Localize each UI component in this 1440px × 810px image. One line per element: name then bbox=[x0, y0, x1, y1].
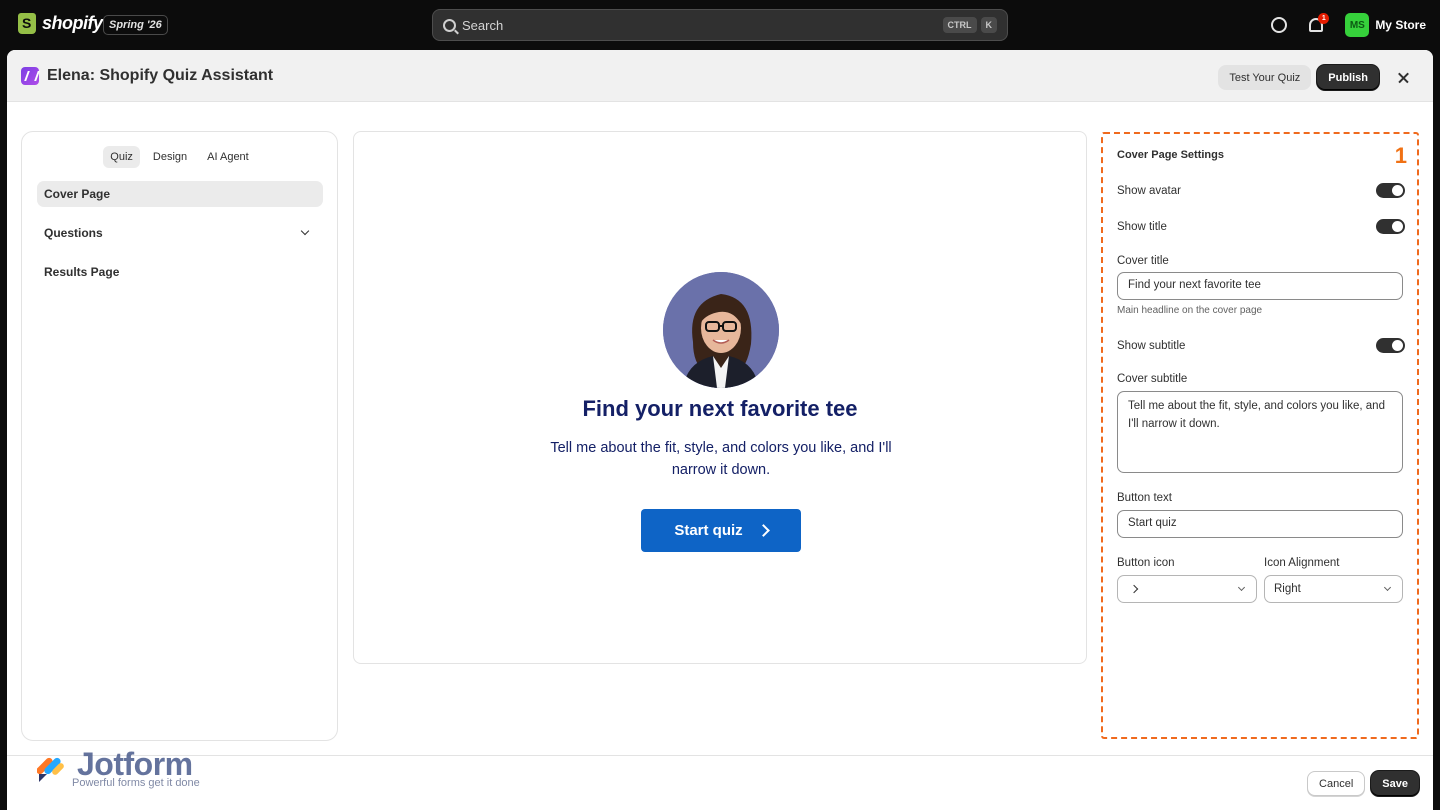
publish-button[interactable]: Publish bbox=[1317, 65, 1379, 90]
modal-footer: Jotform Powerful forms get it done Cance… bbox=[7, 746, 1433, 810]
button-icon-label: Button icon bbox=[1117, 557, 1175, 569]
editor-sidebar: Quiz Design AI Agent Cover Page Question… bbox=[21, 131, 338, 741]
brand-name: shopify bbox=[42, 13, 103, 33]
cover-subtitle-label: Cover subtitle bbox=[1117, 373, 1188, 385]
nav-item-label: Cover Page bbox=[44, 187, 111, 201]
test-quiz-button[interactable]: Test Your Quiz bbox=[1218, 65, 1312, 90]
editor-tabs: Quiz Design AI Agent bbox=[22, 146, 337, 168]
show-avatar-toggle[interactable] bbox=[1376, 183, 1405, 198]
store-menu[interactable]: MS My Store bbox=[1345, 13, 1426, 37]
icon-alignment-value: Right bbox=[1274, 583, 1301, 595]
nav-item-results-page[interactable]: Results Page bbox=[37, 259, 323, 285]
quiz-nav: Cover Page Questions Results Page bbox=[37, 181, 323, 285]
button-text-input[interactable]: Start quiz bbox=[1117, 510, 1403, 538]
cover-subtitle-textarea[interactable]: Tell me about the fit, style, and colors… bbox=[1117, 391, 1403, 473]
store-avatar: MS bbox=[1345, 13, 1370, 37]
cover-page-settings-panel: Cover Page Settings 1 Show avatar Show t… bbox=[1101, 132, 1419, 739]
store-name: My Store bbox=[1375, 18, 1426, 32]
jotform-logo-icon bbox=[37, 757, 64, 782]
search-bar[interactable]: Search CTRL K bbox=[432, 9, 1008, 41]
cover-title-help: Main headline on the cover page bbox=[1117, 305, 1263, 316]
cover-title-label: Cover title bbox=[1117, 255, 1169, 267]
shopify-logo[interactable]: shopify bbox=[18, 13, 103, 34]
tab-design[interactable]: Design bbox=[146, 146, 194, 168]
shortcut-key-ctrl: CTRL bbox=[942, 17, 977, 33]
chevron-right-icon bbox=[1129, 584, 1139, 594]
icon-alignment-label: Icon Alignment bbox=[1264, 557, 1340, 569]
modal-title: Elena: Shopify Quiz Assistant bbox=[47, 66, 274, 84]
start-quiz-button[interactable]: Start quiz bbox=[641, 509, 801, 552]
search-icon bbox=[443, 18, 456, 32]
search-placeholder: Search bbox=[462, 17, 504, 33]
quiz-preview: Find your next favorite tee Tell me abou… bbox=[353, 131, 1087, 664]
step-marker: 1 bbox=[1394, 143, 1407, 168]
notification-bell-icon[interactable]: 1 bbox=[1309, 13, 1330, 32]
nav-item-label: Results Page bbox=[44, 265, 120, 279]
cancel-button[interactable]: Cancel bbox=[1307, 771, 1366, 796]
admin-topbar: shopify Spring '26 Search CTRL K 1 MS My… bbox=[0, 0, 1440, 50]
app-icon bbox=[21, 66, 39, 85]
chevron-down-icon bbox=[1237, 583, 1246, 592]
tab-quiz[interactable]: Quiz bbox=[103, 146, 140, 168]
cover-title-input[interactable]: Find your next favorite tee bbox=[1117, 272, 1403, 300]
nav-item-cover-page[interactable]: Cover Page bbox=[37, 181, 323, 207]
cover-title: Find your next favorite tee bbox=[582, 396, 858, 421]
chevron-right-icon bbox=[756, 524, 770, 537]
start-quiz-label: Start quiz bbox=[674, 522, 743, 539]
show-subtitle-label: Show subtitle bbox=[1117, 339, 1186, 352]
button-text-label: Button text bbox=[1117, 492, 1172, 504]
watermark-tagline: Powerful forms get it done bbox=[72, 777, 200, 789]
chevron-down-icon bbox=[300, 226, 310, 236]
edition-badge[interactable]: Spring '26 bbox=[103, 15, 168, 35]
chevron-down-icon bbox=[1383, 583, 1392, 592]
modal-header: Elena: Shopify Quiz Assistant Test Your … bbox=[7, 50, 1433, 102]
cover-subtitle: Tell me about the fit, style, and colors… bbox=[550, 440, 892, 478]
nav-item-label: Questions bbox=[44, 226, 103, 240]
show-title-row: Show title bbox=[1117, 219, 1405, 234]
show-title-toggle[interactable] bbox=[1376, 219, 1405, 234]
show-avatar-row: Show avatar bbox=[1117, 183, 1405, 198]
icon-alignment-select[interactable]: Right bbox=[1264, 575, 1403, 603]
nav-item-questions[interactable]: Questions bbox=[37, 220, 323, 246]
notification-count-badge: 1 bbox=[1318, 13, 1330, 24]
assistant-avatar bbox=[663, 272, 779, 388]
close-icon[interactable] bbox=[1393, 67, 1415, 89]
shortcut-key-k: K bbox=[980, 17, 997, 33]
app-modal: Elena: Shopify Quiz Assistant Test Your … bbox=[7, 50, 1433, 810]
show-avatar-label: Show avatar bbox=[1117, 184, 1181, 197]
tab-ai-agent[interactable]: AI Agent bbox=[200, 146, 256, 168]
show-subtitle-toggle[interactable] bbox=[1376, 338, 1405, 353]
incognito-icon[interactable] bbox=[1271, 17, 1288, 33]
button-icon-select[interactable] bbox=[1117, 575, 1257, 603]
show-subtitle-row: Show subtitle bbox=[1117, 338, 1405, 353]
save-button[interactable]: Save bbox=[1371, 771, 1419, 796]
shopify-bag-icon bbox=[18, 13, 36, 34]
settings-title: Cover Page Settings bbox=[1117, 149, 1224, 161]
show-title-label: Show title bbox=[1117, 220, 1167, 233]
